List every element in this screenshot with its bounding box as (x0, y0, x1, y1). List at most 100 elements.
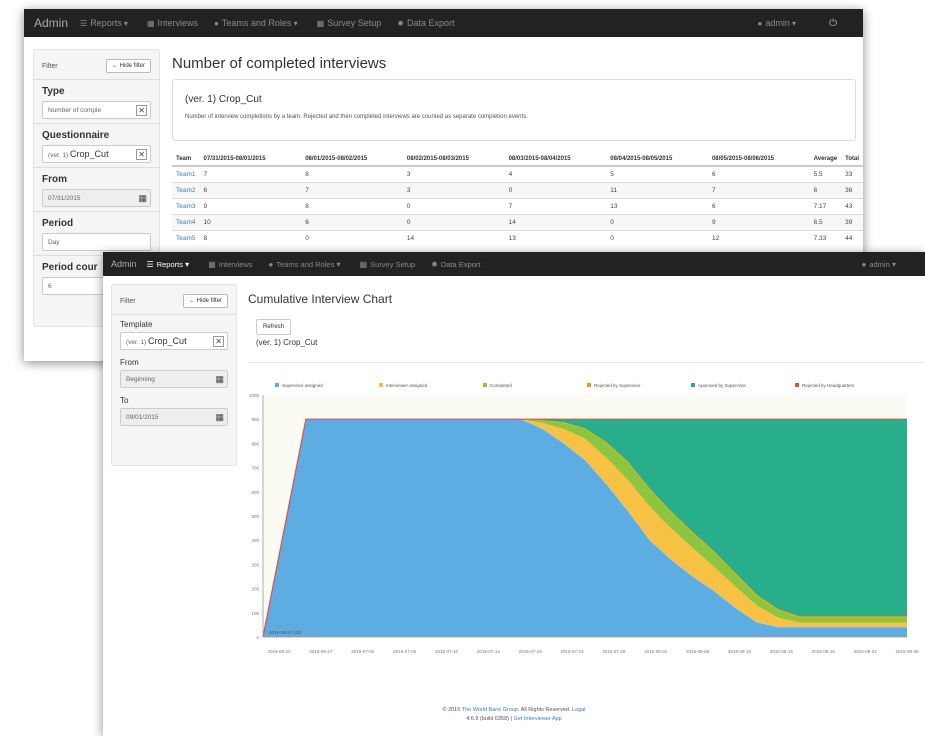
clear-icon[interactable]: ✕ (136, 104, 147, 116)
nav-data-export-label: Data Export (440, 259, 481, 269)
table-row: Team2 6 7 3 0 11 7 6 36 (172, 182, 863, 199)
nav-data-export[interactable]: ✹ Data Export (397, 18, 454, 28)
caret-down-icon: ▾ (334, 259, 341, 269)
legend-label: Supervisor assigned (282, 383, 323, 388)
clear-icon[interactable]: ✕ (136, 148, 147, 160)
table-cell: 7 (707, 182, 810, 199)
filter-header: Filter ← Hide filter (34, 50, 159, 80)
table-cell: 9 (707, 214, 810, 231)
nav-interviews[interactable]: ▦ Interviews (208, 260, 252, 269)
hide-filter-label: Hide filter (119, 63, 145, 69)
refresh-button[interactable]: Refresh (256, 319, 292, 335)
questionnaire-prefix: (ver. 1) (48, 152, 69, 159)
y-tick-label: 100 (251, 611, 259, 616)
nav-survey-setup-label: Survey Setup (327, 18, 382, 28)
nav-teams[interactable]: ● Teams and Roles ▾ (214, 18, 301, 28)
template-select[interactable]: (ver. 1) Crop_Cut ✕ (120, 332, 228, 350)
team-link[interactable]: Team3 (172, 198, 200, 215)
x-tick-label: 2015-07-10 (435, 649, 459, 654)
footer-org-link[interactable]: The World Bank Group. (462, 707, 520, 713)
table-cell: 6 (809, 182, 842, 199)
from-label: From (120, 358, 139, 367)
power-icon[interactable]: ⏻ (829, 18, 837, 29)
team-link[interactable]: Team2 (172, 182, 200, 199)
x-tick-label: 2015-08-24 (854, 649, 878, 654)
to-date-input[interactable]: 09/01/2015 ▦ (120, 408, 228, 426)
user-icon: ● (268, 259, 274, 269)
x-tick-label: 2015-07-28 (602, 649, 626, 654)
chart-annotation: 2015-06-22 (42) (269, 630, 302, 635)
table-cell: 33 (841, 165, 863, 183)
table-cell: 0 (402, 198, 505, 215)
period-field: Period Day (34, 212, 159, 256)
table-cell: 11 (606, 182, 708, 199)
y-tick-label: 700 (251, 466, 259, 471)
completed-interviews-table: Team 07/31/2015-08/01/2015 08/01/2015-08/0… (172, 153, 863, 246)
caret-down-icon: ▾ (291, 18, 298, 28)
x-tick-label: 2015-06-27 (309, 649, 333, 654)
legend-swatch (795, 383, 799, 387)
calendar-icon[interactable]: ▦ (215, 412, 224, 423)
legend-swatch (275, 383, 279, 387)
filter-label: Filter (42, 62, 58, 70)
column-header: 08/01/2015-08/02/2015 (301, 153, 403, 167)
nav-teams[interactable]: ● Teams and Roles ▾ (269, 260, 344, 269)
footer: © 2015 The World Bank Group. All Rights … (103, 707, 925, 713)
user-menu[interactable]: ● admin ▾ (861, 260, 899, 269)
table-cell: 13 (504, 230, 607, 246)
team-link[interactable]: Team1 (172, 165, 200, 183)
table-cell: 3 (402, 182, 505, 199)
x-tick-label: 2015-07-06 (393, 649, 417, 654)
top-navbar: Admin ☰ Reports ▾ ▦ Interviews ● Teams and … (103, 252, 925, 276)
footer-app-link[interactable]: Get Interviewer App (513, 716, 561, 722)
calendar-icon[interactable]: ▦ (138, 193, 147, 204)
calendar-icon: ▦ (208, 259, 216, 269)
table-cell: 36 (841, 182, 863, 199)
table-cell: 12 (707, 230, 810, 246)
x-tick-label: 2015-08-19 (812, 649, 836, 654)
team-link[interactable]: Team4 (172, 214, 200, 231)
period-select[interactable]: Day (42, 233, 151, 251)
brand-logo[interactable]: Admin (34, 16, 68, 30)
table-cell: 7 (301, 182, 403, 199)
template-value: Crop_Cut (148, 336, 187, 346)
nav-survey-setup[interactable]: ▦ Survey Setup (317, 18, 382, 28)
column-header: 07/31/2015-08/01/2015 (199, 153, 302, 167)
nav-reports[interactable]: ☰ Reports ▾ (80, 18, 131, 28)
table-cell: 14 (402, 230, 505, 246)
hide-filter-button[interactable]: ← Hide filter (182, 294, 228, 308)
legend-label: Rejected by Headquarters (802, 383, 855, 388)
caret-down-icon: ▾ (889, 259, 896, 269)
to-label: To (120, 396, 129, 405)
nav-reports[interactable]: ☰ Reports ▾ (147, 260, 193, 269)
table-row: Team5 8 0 14 13 0 12 7.33 44 (172, 230, 863, 246)
table-cell: 5 (606, 165, 708, 183)
column-header: 08/02/2015-08/03/2015 (402, 153, 505, 167)
team-link[interactable]: Team5 (172, 230, 200, 246)
user-menu[interactable]: ● admin ▾ (757, 18, 799, 28)
calendar-icon: ▦ (146, 18, 155, 28)
calendar-icon[interactable]: ▦ (215, 374, 224, 385)
type-select[interactable]: Number of comple ✕ (42, 101, 151, 119)
from-date-input[interactable]: Beginning ▦ (120, 370, 228, 388)
table-cell: 6.5 (809, 214, 842, 231)
filter-label: Filter (120, 297, 136, 305)
report-description: Number of interview completions by a tea… (185, 114, 528, 120)
type-label: Type (42, 86, 65, 97)
footer-legal-link[interactable]: Legal (572, 707, 585, 713)
nav-survey-setup[interactable]: ▦ Survey Setup (360, 260, 416, 269)
from-date-input[interactable]: 07/31/2015 ▦ (42, 189, 151, 207)
chart-subtitle: (ver. 1) Crop_Cut (256, 338, 318, 347)
questionnaire-select[interactable]: (ver. 1) Crop_Cut ✕ (42, 145, 151, 163)
from-label: From (42, 174, 67, 185)
clear-icon[interactable]: ✕ (213, 335, 224, 347)
table-cell: 7.33 (809, 230, 842, 246)
nav-data-export[interactable]: ✹ Data Export (431, 260, 480, 269)
nav-teams-label: Teams and Roles (221, 18, 292, 28)
table-cell: 6 (301, 214, 403, 231)
table-cell: 9 (199, 198, 302, 215)
hide-filter-button[interactable]: ← Hide filter (105, 59, 151, 73)
y-tick-label: 800 (251, 441, 259, 446)
brand-logo[interactable]: Admin (111, 259, 137, 269)
nav-interviews[interactable]: ▦ Interviews (147, 18, 198, 28)
